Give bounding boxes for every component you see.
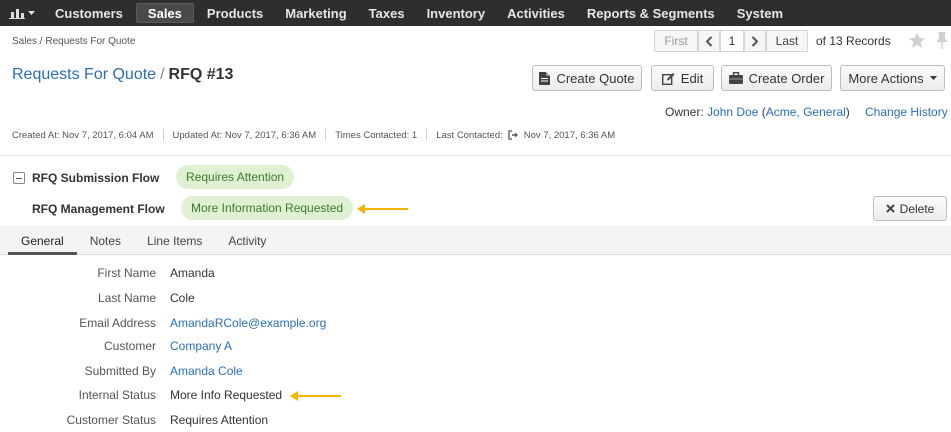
create-quote-label: Create Quote xyxy=(556,70,635,86)
edit-button[interactable]: Edit xyxy=(651,65,714,91)
owner-org-close: ) xyxy=(845,105,850,119)
workflow-submission-label: RFQ Submission Flow xyxy=(32,171,160,185)
title-current: RFQ #13 xyxy=(168,66,234,83)
meta-divider xyxy=(426,129,428,141)
nav-products[interactable]: Products xyxy=(196,0,274,26)
last-contacted-value: Nov 7, 2017, 6:36 AM xyxy=(523,129,616,141)
created-at: Created At: Nov 7, 2017, 6:04 AM xyxy=(12,129,154,141)
create-order-label: Create Order xyxy=(748,70,825,86)
record-meta: Created At: Nov 7, 2017, 6:04 AM Updated… xyxy=(12,129,615,141)
more-actions-button[interactable]: More Actions xyxy=(840,65,945,91)
email-address-link[interactable]: AmandaRCole@example.org xyxy=(170,316,326,330)
tab-line-items[interactable]: Line Items xyxy=(134,226,215,255)
dashboard-menu[interactable] xyxy=(0,0,44,26)
owner-info: Owner: John Doe (Acme, General) xyxy=(665,105,850,119)
title-parent-link[interactable]: Requests For Quote xyxy=(12,66,156,83)
top-navigation: Customers Sales Products Marketing Taxes… xyxy=(0,0,951,26)
nav-sales[interactable]: Sales xyxy=(135,3,194,23)
customer-label: Customer xyxy=(103,339,156,353)
first-name-value: Amanda xyxy=(170,266,215,280)
nav-activities[interactable]: Activities xyxy=(496,0,576,26)
internal-status-label: Internal Status xyxy=(78,388,156,402)
change-history-link[interactable]: Change History xyxy=(865,105,948,119)
pager-prev-button[interactable] xyxy=(698,30,720,52)
briefcase-icon xyxy=(728,72,743,84)
customer-status-label: Customer Status xyxy=(66,413,156,427)
workflow-submission-status-badge: Requires Attention xyxy=(176,165,295,189)
workflow-management-label: RFQ Management Flow xyxy=(32,202,165,216)
record-pager: First 1 Last of 13 Records xyxy=(654,30,891,52)
annotation-arrow xyxy=(290,391,341,401)
tab-activity[interactable]: Activity xyxy=(215,226,279,255)
owner-name-link[interactable]: John Doe xyxy=(707,105,758,119)
workflow-management-status-badge: More Information Requested xyxy=(181,196,354,220)
bar-chart-icon xyxy=(9,9,25,19)
nav-taxes[interactable]: Taxes xyxy=(358,0,416,26)
pager-current-page[interactable]: 1 xyxy=(720,30,744,52)
more-actions-label: More Actions xyxy=(848,70,924,86)
meta-divider xyxy=(325,129,327,141)
edit-icon xyxy=(661,72,675,85)
email-address-label: Email Address xyxy=(79,316,156,330)
internal-status-value: More Info Requested xyxy=(170,388,283,402)
pager-last-button[interactable]: Last xyxy=(766,30,808,52)
last-contacted-label: Last Contacted: xyxy=(436,129,503,141)
nav-marketing[interactable]: Marketing xyxy=(274,0,357,26)
workflow-collapse-toggle[interactable] xyxy=(13,172,25,184)
owner-org-link[interactable]: Acme, General xyxy=(766,105,846,119)
nav-reports-segments[interactable]: Reports & Segments xyxy=(576,0,726,26)
document-icon xyxy=(539,71,551,85)
breadcrumb[interactable]: Sales / Requests For Quote xyxy=(12,36,135,47)
first-name-label: First Name xyxy=(97,266,156,280)
customer-link[interactable]: Company A xyxy=(170,339,232,353)
delete-label: Delete xyxy=(899,201,935,216)
times-contacted: Times Contacted: 1 xyxy=(335,129,418,141)
caret-down-icon xyxy=(28,11,35,15)
caret-down-icon xyxy=(929,76,937,80)
create-order-button[interactable]: Create Order xyxy=(721,65,832,91)
pager-total: of 13 Records xyxy=(816,34,891,48)
close-icon xyxy=(885,204,895,213)
meta-divider xyxy=(162,129,164,141)
edit-label: Edit xyxy=(680,70,704,86)
chevron-left-icon xyxy=(705,35,713,47)
tab-notes[interactable]: Notes xyxy=(77,226,134,255)
nav-inventory[interactable]: Inventory xyxy=(416,0,497,26)
submitted-by-link[interactable]: Amanda Cole xyxy=(170,364,243,378)
submitted-by-label: Submitted By xyxy=(84,364,156,378)
nav-system[interactable]: System xyxy=(726,0,794,26)
owner-label: Owner: xyxy=(665,105,704,119)
nav-customers[interactable]: Customers xyxy=(44,0,134,26)
star-icon[interactable] xyxy=(908,32,926,49)
pager-next-button[interactable] xyxy=(744,30,766,52)
section-divider xyxy=(0,155,951,156)
pin-icon[interactable] xyxy=(935,32,949,49)
record-tabs: General Notes Line Items Activity xyxy=(0,226,951,255)
create-quote-button[interactable]: Create Quote xyxy=(532,65,642,91)
annotation-arrow xyxy=(357,204,408,214)
tab-general[interactable]: General xyxy=(8,226,77,255)
delete-button[interactable]: Delete xyxy=(873,196,947,221)
updated-at: Updated At: Nov 7, 2017, 6:36 AM xyxy=(172,129,317,141)
last-name-label: Last Name xyxy=(97,291,156,305)
pager-first-button[interactable]: First xyxy=(654,30,698,52)
chevron-right-icon xyxy=(751,35,759,47)
customer-status-value: Requires Attention xyxy=(170,413,269,427)
page-title: Requests For Quote / RFQ #13 xyxy=(12,66,233,84)
last-name-value: Cole xyxy=(170,291,195,305)
sign-out-icon xyxy=(508,130,518,140)
title-separator: / xyxy=(160,66,165,83)
